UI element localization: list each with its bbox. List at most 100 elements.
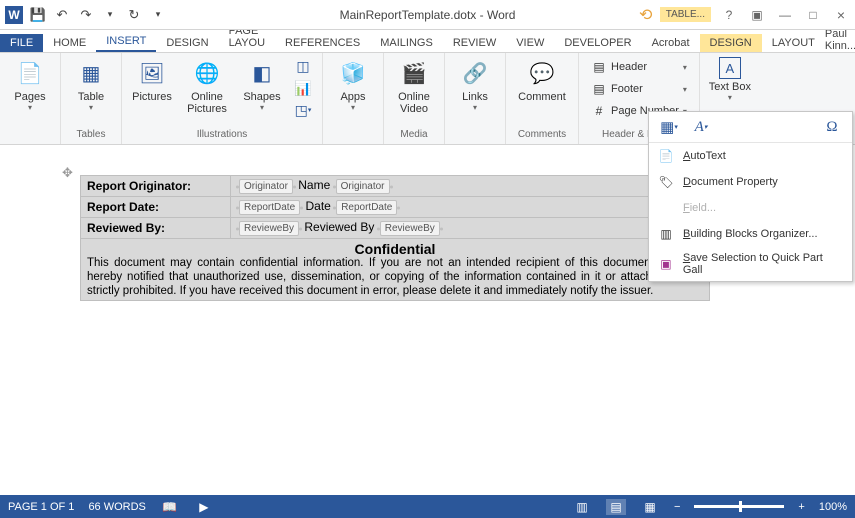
tab-insert[interactable]: INSERT [96, 32, 156, 52]
autotext-item[interactable]: 📄 AutoText [649, 143, 852, 169]
redo-icon[interactable]: ↷ [76, 5, 96, 25]
tab-mailings[interactable]: MAILINGS [370, 34, 443, 52]
text-box-button[interactable]: A Text Box ▾ [708, 57, 752, 102]
zoom-out-button[interactable]: − [674, 501, 680, 513]
apps-icon: 🧊 [337, 57, 369, 89]
content-control-tag[interactable]: Originator [239, 179, 293, 194]
comment-label: Comment [518, 91, 566, 103]
header-button[interactable]: ▤ Header ▾ [587, 57, 691, 77]
group-tables-label: Tables [69, 127, 113, 144]
shapes-button[interactable]: ◧ Shapes ▾ [240, 57, 284, 112]
row1-value-cell[interactable]: Originator Name Originator [231, 176, 710, 197]
pictures-button[interactable]: 🖼 Pictures [130, 57, 174, 103]
help-icon[interactable]: ? [715, 5, 743, 25]
ribbon-options-icon[interactable]: ▣ [743, 5, 771, 25]
symbol-icon[interactable]: Ω [820, 116, 844, 138]
picture-icon: 🖼 [136, 57, 168, 89]
wordart-icon[interactable]: A▾ [689, 116, 713, 138]
content-control-tag[interactable]: RevieweBy [239, 221, 299, 236]
group-illustrations: 🖼 Pictures 🌐 Online Pictures ◧ Shapes ▾ … [122, 53, 323, 144]
word-count[interactable]: 66 WORDS [88, 501, 145, 513]
tab-view[interactable]: VIEW [506, 34, 554, 52]
qat-customize-icon[interactable]: ▾ [148, 5, 168, 25]
save-icon[interactable]: 💾 [28, 5, 48, 25]
row1-label[interactable]: Report Originator: [81, 176, 231, 197]
video-icon: 🎬 [398, 57, 430, 89]
links-button[interactable]: 🔗 Links ▾ [453, 57, 497, 112]
link-icon: 🔗 [459, 57, 491, 89]
comment-button[interactable]: 💬 Comment [514, 57, 570, 103]
header-icon: ▤ [591, 59, 607, 75]
footer-button[interactable]: ▤ Footer ▾ [587, 79, 691, 99]
confidential-body: This document may contain confidential i… [87, 257, 703, 298]
close-icon[interactable]: × [827, 5, 855, 25]
ribbon-tabstrip: FILE HOME INSERT DESIGN PAGE LAYOU REFER… [0, 30, 855, 53]
document-property-item[interactable]: 🏷 Document Property [649, 169, 852, 195]
row2-value-cell[interactable]: ReportDate Date ReportDate [231, 197, 710, 218]
content-control-tag[interactable]: RevieweBy [380, 221, 440, 236]
ribbon: 📄 Pages ▾ ▦ Table ▾ Tables 🖼 Pictures 🌐 [0, 53, 855, 145]
chevron-down-icon: ▾ [683, 63, 687, 72]
pages-label: Pages [14, 91, 45, 103]
row3-text: Reviewed By [304, 220, 374, 234]
content-control-tag[interactable]: Originator [336, 179, 390, 194]
footer-label: Footer [611, 83, 643, 95]
tab-table-design[interactable]: DESIGN [700, 34, 762, 52]
table-button[interactable]: ▦ Table ▾ [69, 57, 113, 112]
pages-button[interactable]: 📄 Pages ▾ [8, 57, 52, 112]
maximize-icon[interactable]: □ [799, 5, 827, 25]
document-table[interactable]: Report Originator: Originator Name Origi… [80, 175, 710, 301]
spellcheck-icon[interactable]: 📖 [160, 499, 180, 515]
chevron-down-icon: ▾ [89, 103, 93, 112]
group-illustrations-label: Illustrations [130, 127, 314, 144]
row3-label[interactable]: Reviewed By: [81, 218, 231, 239]
page-indicator[interactable]: PAGE 1 OF 1 [8, 501, 74, 513]
quick-parts-icon[interactable]: ▦▾ [657, 116, 681, 138]
table-anchor-icon[interactable]: ✥ [62, 165, 73, 181]
confidential-heading: Confidential [87, 241, 703, 257]
chart-icon[interactable]: 📊 [292, 79, 314, 97]
building-blocks-item[interactable]: ▥ Building Blocks Organizer... [649, 221, 852, 247]
autotext-icon: 📄 [657, 148, 675, 164]
share-icon[interactable]: ⟲ [632, 5, 660, 25]
read-mode-icon[interactable]: ▤ [606, 499, 626, 515]
smartart-icon[interactable]: ◫ [292, 57, 314, 75]
chevron-down-icon: ▾ [683, 85, 687, 94]
tab-table-layout[interactable]: LAYOUT [762, 34, 825, 52]
confidential-cell[interactable]: Confidential This document may contain c… [81, 239, 710, 301]
save-selection-item[interactable]: ▣ Save Selection to Quick Part Gall [649, 247, 852, 281]
zoom-in-button[interactable]: + [798, 501, 804, 513]
zoom-slider[interactable] [694, 505, 784, 508]
quick-parts-dropdown: ▦▾ A▾ Ω 📄 AutoText 🏷 Document Property F… [648, 111, 853, 282]
tab-acrobat[interactable]: Acrobat [642, 34, 700, 52]
undo-icon[interactable]: ↶ [52, 5, 72, 25]
chevron-down-icon: ▾ [473, 103, 477, 112]
user-name[interactable]: Paul Kinn... [825, 28, 855, 52]
page-number-icon: # [591, 103, 607, 119]
content-control-tag[interactable]: ReportDate [239, 200, 300, 215]
online-pictures-button[interactable]: 🌐 Online Pictures [182, 57, 232, 115]
repeat-icon[interactable]: ▾ [100, 5, 120, 25]
tab-developer[interactable]: DEVELOPER [554, 34, 641, 52]
zoom-level[interactable]: 100% [819, 501, 847, 513]
online-video-button[interactable]: 🎬 Online Video [392, 57, 436, 115]
content-control-tag[interactable]: ReportDate [336, 200, 397, 215]
tab-file[interactable]: FILE [0, 34, 43, 52]
web-layout-icon[interactable]: ▦ [640, 499, 660, 515]
tab-home[interactable]: HOME [43, 34, 96, 52]
footer-icon: ▤ [591, 81, 607, 97]
screenshot-icon[interactable]: ◳▾ [292, 101, 314, 119]
print-layout-view-icon[interactable]: ▥ [572, 499, 592, 515]
tab-review[interactable]: REVIEW [443, 34, 506, 52]
save-selection-icon: ▣ [657, 256, 675, 272]
row3-value-cell[interactable]: RevieweBy Reviewed By RevieweBy [231, 218, 710, 239]
chevron-down-icon: ▾ [728, 93, 732, 102]
macro-icon[interactable]: ▶ [194, 499, 214, 515]
row2-label[interactable]: Report Date: [81, 197, 231, 218]
word-app-icon[interactable]: W [4, 5, 24, 25]
minimize-icon[interactable]: — [771, 5, 799, 25]
tab-design[interactable]: DESIGN [156, 34, 218, 52]
touch-mode-icon[interactable]: ↻ [124, 5, 144, 25]
tab-references[interactable]: REFERENCES [275, 34, 370, 52]
apps-button[interactable]: 🧊 Apps ▾ [331, 57, 375, 112]
